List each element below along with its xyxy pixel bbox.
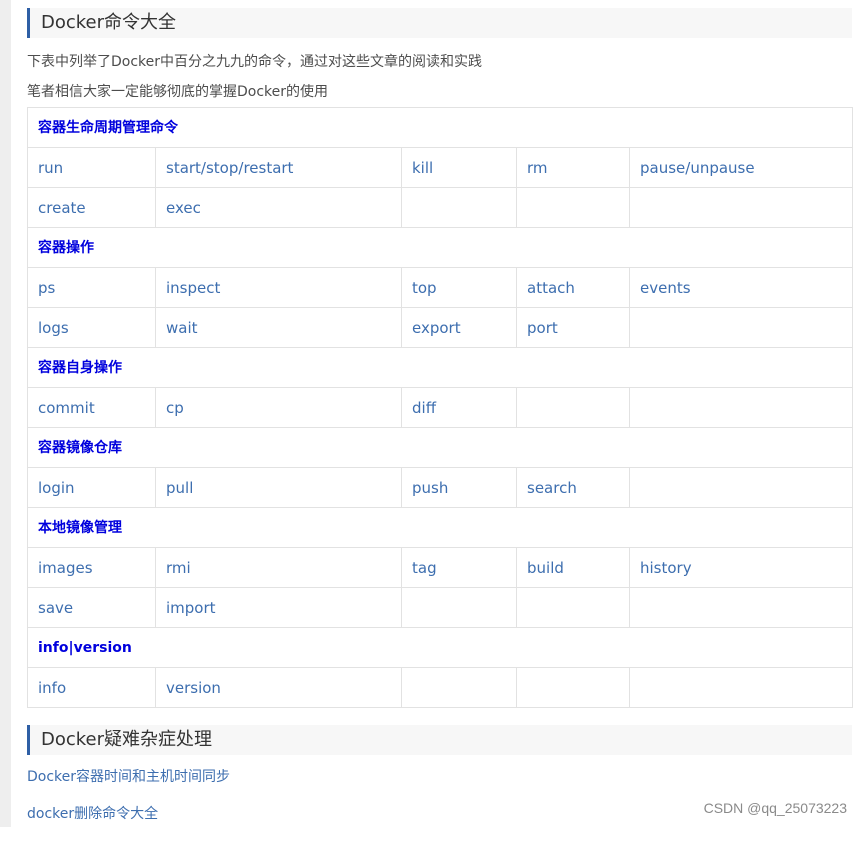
csdn-watermark: CSDN @qq_25073223 [703,800,847,816]
command-link-logs[interactable]: logs [27,307,156,348]
command-link-exec[interactable]: exec [155,187,402,228]
empty-cell [628,307,854,348]
section-heading-docker-troubleshooting: Docker疑难杂症处理 [27,725,852,755]
command-link-info[interactable]: info [27,667,156,708]
empty-cell [401,587,517,628]
command-link-cp[interactable]: cp [155,387,402,428]
command-link-start-stop-restart[interactable]: start/stop/restart [155,147,402,188]
command-link-tag[interactable]: tag [401,547,517,588]
command-link-diff[interactable]: diff [401,387,517,428]
category-header: 容器镜像仓库 [26,427,854,468]
empty-cell [516,667,630,708]
category-row: 本地镜像管理 [26,507,854,548]
command-link-search[interactable]: search [516,467,630,508]
empty-cell [401,667,517,708]
category-row: 容器操作 [26,227,854,268]
empty-cell [628,187,854,228]
command-link-import[interactable]: import [155,587,402,628]
empty-cell [401,187,517,228]
command-row: save import [27,587,854,628]
category-header: 容器自身操作 [26,347,854,388]
command-link-pull[interactable]: pull [155,467,402,508]
command-link-ps[interactable]: ps [27,267,156,308]
category-header: 容器生命周期管理命令 [26,107,854,148]
category-row: info|version [26,627,854,668]
category-row: 容器生命周期管理命令 [26,107,854,148]
command-link-rmi[interactable]: rmi [155,547,402,588]
intro-line-1: 下表中列举了Docker中百分之九九的命令，通过对这些文章的阅读和实践 [27,54,483,70]
category-row: 容器自身操作 [26,347,854,388]
left-gutter [0,0,11,827]
command-table-body: 容器生命周期管理命令 run start/stop/restart kill rm pau… [26,107,854,708]
command-link-images[interactable]: images [27,547,156,588]
command-row: run start/stop/restart kill rm pause/unpause [27,147,854,188]
command-link-pause-unpause[interactable]: pause/unpause [628,147,854,188]
article-content: Docker命令大全 下表中列举了Docker中百分之九九的命令，通过对这些文章… [26,0,854,842]
command-link-create[interactable]: create [27,187,156,228]
command-link-events[interactable]: events [628,267,854,308]
command-link-build[interactable]: build [516,547,630,588]
empty-cell [516,187,630,228]
command-link-version[interactable]: version [155,667,402,708]
command-link-history[interactable]: history [628,547,854,588]
command-link-run[interactable]: run [27,147,156,188]
section-heading-docker-commands: Docker命令大全 [27,8,852,38]
command-link-port[interactable]: port [516,307,630,348]
empty-cell [628,587,854,628]
category-row: 容器镜像仓库 [26,427,854,468]
category-header: 容器操作 [26,227,854,268]
command-link-attach[interactable]: attach [516,267,630,308]
command-row: images rmi tag build history [27,547,854,588]
command-row: commit cp diff [27,387,854,428]
command-row: ps inspect top attach events [27,267,854,308]
empty-cell [628,667,854,708]
empty-cell [628,467,854,508]
docker-command-table: 容器生命周期管理命令 run start/stop/restart kill rm pau… [26,107,854,708]
command-row: info version [27,667,854,708]
empty-cell [516,387,630,428]
link-time-sync[interactable]: Docker容器时间和主机时间同步 [27,768,852,787]
command-link-inspect[interactable]: inspect [155,267,402,308]
command-link-save[interactable]: save [27,587,156,628]
command-link-wait[interactable]: wait [155,307,402,348]
empty-cell [516,587,630,628]
command-link-top[interactable]: top [401,267,517,308]
command-link-login[interactable]: login [27,467,156,508]
empty-cell [628,387,854,428]
command-link-rm[interactable]: rm [516,147,630,188]
command-link-kill[interactable]: kill [401,147,517,188]
category-header: info|version [26,627,854,668]
command-row: create exec [27,187,854,228]
intro-line-2: 笔者相信大家一定能够彻底的掌握Docker的使用 [27,84,329,100]
command-link-export[interactable]: export [401,307,517,348]
command-row: logs wait export port [27,307,854,348]
command-link-commit[interactable]: commit [27,387,156,428]
command-link-push[interactable]: push [401,467,517,508]
command-row: login pull push search [27,467,854,508]
category-header: 本地镜像管理 [26,507,854,548]
